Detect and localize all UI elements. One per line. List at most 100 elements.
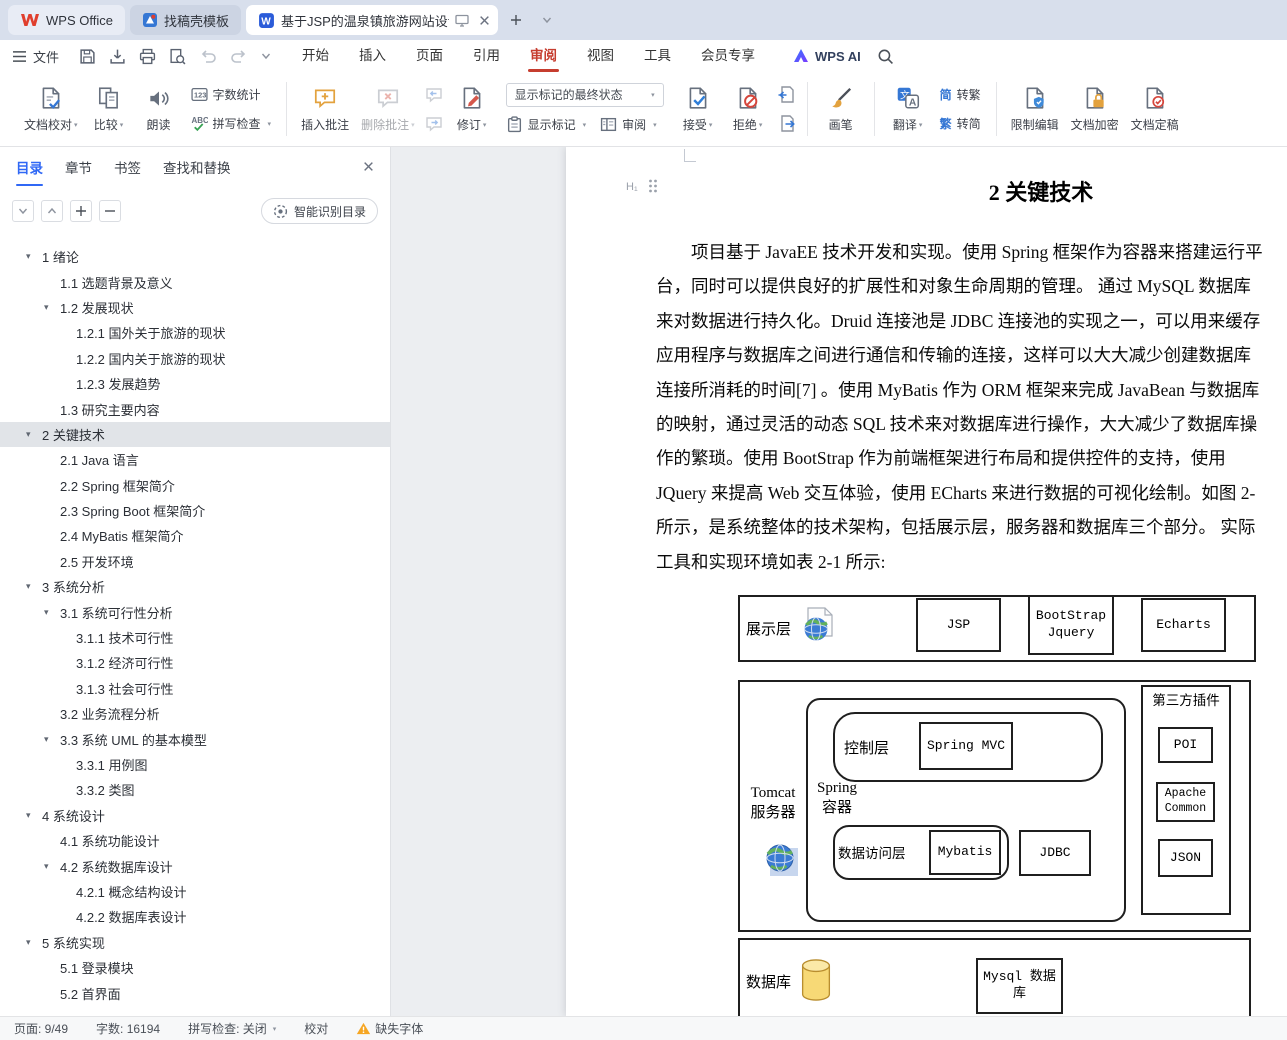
- word-count-button[interactable]: 123 字数统计: [190, 84, 272, 106]
- markup-state-select[interactable]: 显示标记的最终状态 ▾: [505, 82, 664, 107]
- toc-item[interactable]: ▾ 5 系统实现: [0, 930, 390, 955]
- toc-zoom-in-button[interactable]: [70, 200, 92, 222]
- translate-button[interactable]: 文 A 翻译 ▾: [883, 77, 933, 141]
- toc-item[interactable]: ▾ 3.3 系统 UML 的基本模型: [0, 726, 390, 751]
- toc-item[interactable]: ▾ 2 关键技术: [0, 421, 390, 448]
- sidebar-tab-chapters[interactable]: 章节: [65, 147, 92, 191]
- menu-tab-view[interactable]: 视图: [572, 40, 629, 72]
- track-changes-button[interactable]: 修订 ▾: [447, 77, 497, 141]
- toc-collapse-arrow-icon[interactable]: ▾: [44, 861, 60, 872]
- save-button[interactable]: [79, 48, 96, 65]
- prev-change-button[interactable]: [775, 85, 797, 105]
- toc-collapse-arrow-icon[interactable]: ▾: [44, 607, 60, 618]
- menu-tab-membership[interactable]: 会员专享: [686, 40, 770, 72]
- menu-tab-page[interactable]: 页面: [401, 40, 458, 72]
- document-page[interactable]: H₁ 2 关键技术 项目基于 JavaEE 技术开发和实现。使用 Spring …: [566, 147, 1287, 1016]
- next-change-button[interactable]: [775, 114, 797, 134]
- next-comment-button[interactable]: [423, 114, 445, 134]
- toc-collapse-arrow-icon[interactable]: ▾: [26, 429, 42, 440]
- toc-collapse-arrow-icon[interactable]: ▾: [26, 581, 42, 592]
- wps-ai-button[interactable]: WPS AI: [792, 48, 861, 64]
- close-tab-icon[interactable]: [479, 15, 490, 26]
- sidebar-tab-bookmarks[interactable]: 书签: [114, 147, 141, 191]
- new-tab-button[interactable]: [503, 7, 529, 33]
- doc-proofread-button[interactable]: 文档校对 ▾: [18, 77, 84, 141]
- accept-change-button[interactable]: 接受 ▾: [673, 77, 723, 141]
- toc-item[interactable]: 1.2.3 发展趋势: [0, 371, 390, 396]
- smart-toc-button[interactable]: 智能识别目录: [260, 198, 378, 224]
- toc-item[interactable]: 3.1.3 社会可行性: [0, 676, 390, 701]
- file-menu-button[interactable]: 文件: [12, 47, 59, 66]
- toc-item[interactable]: 4.2.2 数据库表设计: [0, 904, 390, 929]
- toc-item[interactable]: 2.1 Java 语言: [0, 447, 390, 472]
- toc-item[interactable]: 2.5 开发环境: [0, 549, 390, 574]
- toc-item[interactable]: 3.3.2 类图: [0, 777, 390, 802]
- toc-item[interactable]: ▾ 3.1 系统可行性分析: [0, 599, 390, 624]
- search-icon[interactable]: [877, 48, 894, 65]
- toc-item[interactable]: 1.2.2 国内关于旅游的现状: [0, 346, 390, 371]
- menu-tab-insert[interactable]: 插入: [344, 40, 401, 72]
- sidebar-close-icon[interactable]: [363, 161, 374, 172]
- menu-tab-home[interactable]: 开始: [287, 40, 344, 72]
- sidebar-tab-find-replace[interactable]: 查找和替换: [163, 147, 231, 191]
- finalize-doc-button[interactable]: 文档定稿: [1125, 77, 1185, 141]
- toc-item[interactable]: 3.1.2 经济可行性: [0, 650, 390, 675]
- sidebar-tab-toc[interactable]: 目录: [16, 147, 43, 191]
- tab-list-chevron-button[interactable]: [534, 7, 560, 33]
- toc-collapse-arrow-icon[interactable]: ▾: [44, 302, 60, 313]
- toc-item[interactable]: 5.2 首界面: [0, 980, 390, 1005]
- encrypt-doc-button[interactable]: 文档加密: [1065, 77, 1125, 141]
- toc-item[interactable]: 2.2 Spring 框架简介: [0, 473, 390, 498]
- reject-change-button[interactable]: 拒绝 ▾: [723, 77, 773, 141]
- toc-item[interactable]: 4.1 系统功能设计: [0, 828, 390, 853]
- spell-check-button[interactable]: ABC 拼写检查 ▾: [191, 113, 271, 135]
- menu-tab-review[interactable]: 审阅: [515, 40, 572, 72]
- toc-collapse-all-button[interactable]: [41, 200, 63, 222]
- restrict-editing-button[interactable]: 限制编辑: [1005, 77, 1065, 141]
- read-aloud-button[interactable]: 朗读: [134, 77, 184, 141]
- toc-collapse-arrow-icon[interactable]: ▾: [26, 810, 42, 821]
- delete-comment-button[interactable]: 删除批注 ▾: [355, 77, 421, 141]
- compare-button[interactable]: 比较 ▾: [84, 77, 134, 141]
- toc-zoom-out-button[interactable]: [99, 200, 121, 222]
- toc-item[interactable]: 3.2 业务流程分析: [0, 701, 390, 726]
- toc-item[interactable]: 3.1.1 技术可行性: [0, 625, 390, 650]
- insert-comment-button[interactable]: 插入批注: [295, 77, 355, 141]
- print-preview-button[interactable]: [169, 48, 186, 65]
- active-doc-tab[interactable]: W 基于JSP的温泉镇旅游网站设计: [245, 5, 498, 35]
- template-doc-tab[interactable]: 找稿壳模板: [129, 5, 241, 35]
- review-pane-button[interactable]: 审阅 ▾: [600, 114, 657, 136]
- export-button[interactable]: [109, 48, 126, 65]
- toc-item[interactable]: 1.1 选题背景及意义: [0, 269, 390, 294]
- redo-button[interactable]: [230, 48, 248, 64]
- menu-tab-tools[interactable]: 工具: [629, 40, 686, 72]
- show-markup-button[interactable]: 显示标记 ▾: [506, 114, 586, 136]
- simplified-to-traditional-button[interactable]: 简转繁: [940, 84, 981, 106]
- toc-expand-all-button[interactable]: [12, 200, 34, 222]
- wps-home-tab[interactable]: WPS Office: [8, 5, 125, 35]
- traditional-to-simplified-button[interactable]: 繁转简: [940, 113, 981, 135]
- toc-item[interactable]: 1.3 研究主要内容: [0, 396, 390, 421]
- toc-item[interactable]: ▾ 4 系统设计: [0, 803, 390, 828]
- toc-item[interactable]: 5.1 登录模块: [0, 955, 390, 980]
- toc-item[interactable]: ▾ 1 绪论: [0, 244, 390, 269]
- toc-collapse-arrow-icon[interactable]: ▾: [26, 251, 42, 262]
- toc-item[interactable]: 4.2.1 概念结构设计: [0, 879, 390, 904]
- prev-comment-button[interactable]: [423, 85, 445, 105]
- toc-item[interactable]: ▾ 4.2 系统数据库设计: [0, 853, 390, 878]
- toc-item[interactable]: 2.3 Spring Boot 框架简介: [0, 498, 390, 523]
- toc-item[interactable]: 1.2.1 国外关于旅游的现状: [0, 320, 390, 345]
- toc-item[interactable]: 2.4 MyBatis 框架简介: [0, 523, 390, 548]
- toc-item[interactable]: ▾ 3 系统分析: [0, 574, 390, 599]
- toc-collapse-arrow-icon[interactable]: ▾: [44, 734, 60, 745]
- proofread-status[interactable]: 校对: [304, 1020, 328, 1037]
- spellcheck-status[interactable]: 拼写检查: 关闭 ▾: [188, 1020, 276, 1037]
- toc-item[interactable]: ▾ 1.2 发展现状: [0, 295, 390, 320]
- undo-button[interactable]: [199, 48, 217, 64]
- menu-tab-reference[interactable]: 引用: [458, 40, 515, 72]
- page-indicator[interactable]: 页面: 9/49: [14, 1020, 68, 1037]
- toc-item[interactable]: 3.3.1 用例图: [0, 752, 390, 777]
- missing-font-warning[interactable]: 缺失字体: [356, 1020, 423, 1037]
- quickbar-more-chevron[interactable]: [261, 52, 271, 60]
- print-button[interactable]: [139, 48, 156, 65]
